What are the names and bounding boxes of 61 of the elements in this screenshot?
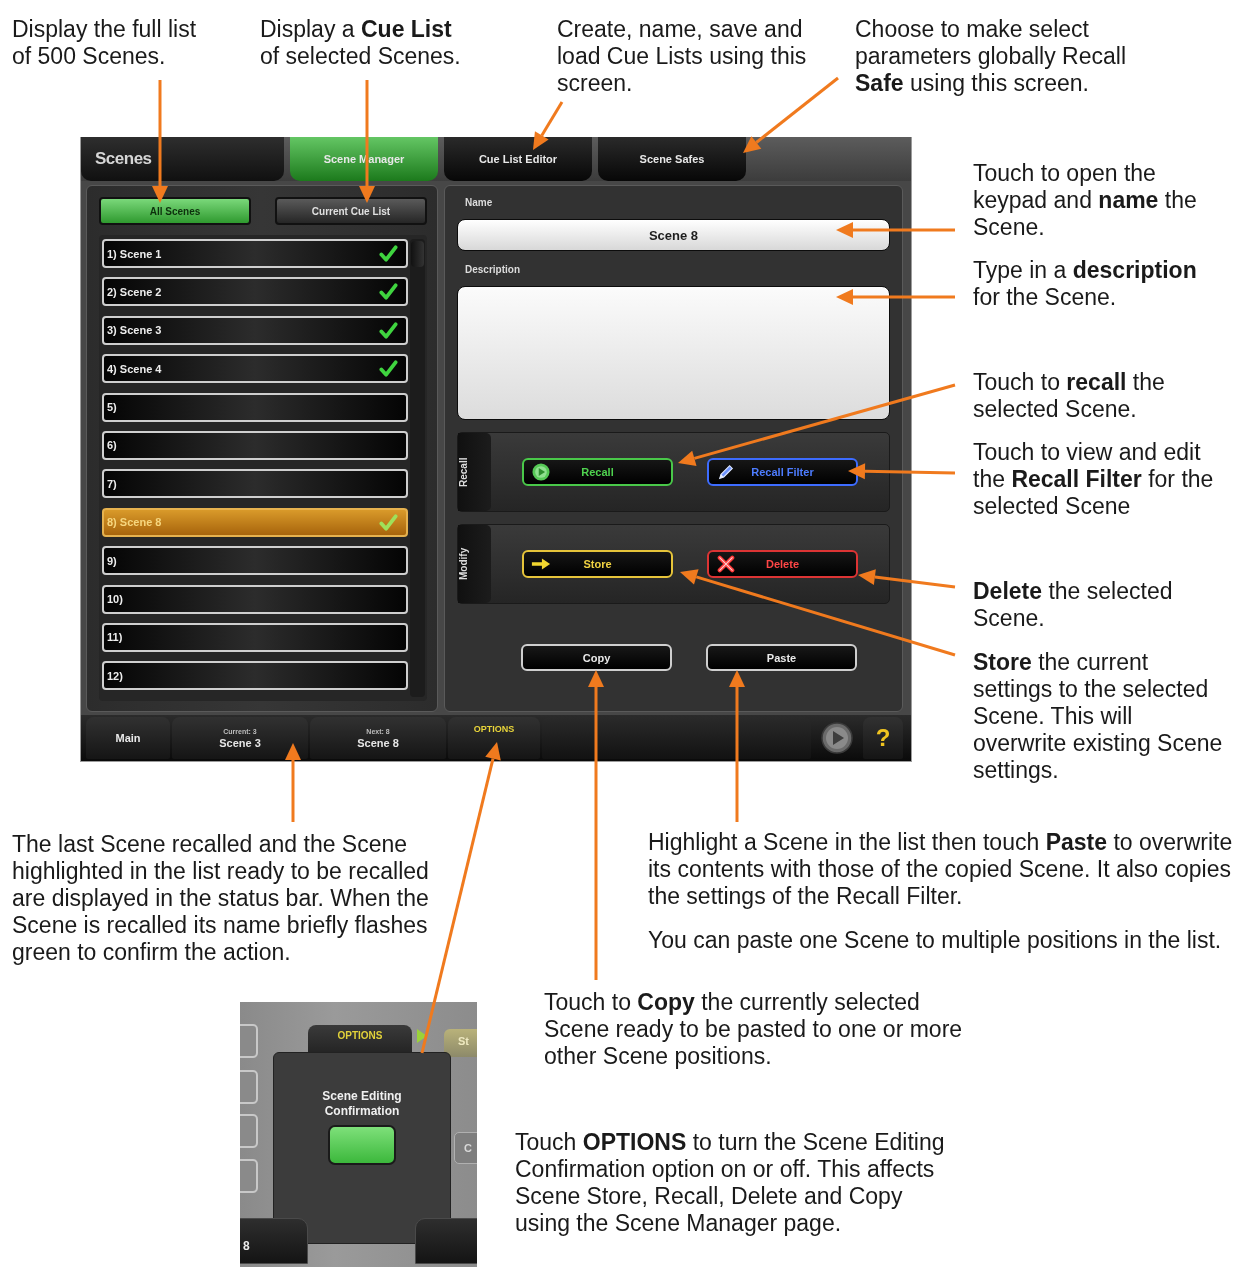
- scene-list-item[interactable]: 12): [102, 661, 408, 691]
- callout-text: Create, name, save and load Cue Lists using this screen.: [557, 16, 808, 97]
- name-field[interactable]: Scene 8: [457, 219, 890, 251]
- scene-list-item[interactable]: 6): [102, 430, 408, 460]
- callout-text: Choose to make select parameters globally Recall Safe using this screen.: [855, 16, 1127, 97]
- screen-title: Scenes: [81, 137, 284, 181]
- play-circle-icon: [531, 463, 551, 481]
- clipboard-button[interactable]: Paste: [706, 644, 857, 671]
- list-filter-button[interactable]: All Scenes: [99, 197, 251, 225]
- callout-text: The last Scene recalled and the Scene highlighted in the list ready to be recalled are displayed in the status bar. When the Scene is recalled its name briefly flashes green to confirm the action.: [12, 831, 430, 966]
- field-label: Name: [465, 196, 493, 210]
- scrollbar[interactable]: [410, 239, 425, 697]
- options-tab[interactable]: OPTIONS: [308, 1025, 412, 1053]
- scene-list-item[interactable]: 3) Scene 3: [102, 315, 408, 345]
- tab[interactable]: Scene Safes: [598, 137, 746, 181]
- scene-list-item[interactable]: 10): [102, 584, 408, 614]
- scene-list-item[interactable]: 1) Scene 1: [102, 239, 408, 268]
- filter-button[interactable]: Recall Filter: [707, 458, 858, 486]
- cross-icon: [716, 555, 736, 573]
- main-button[interactable]: Main: [86, 717, 170, 759]
- callout-text: Delete the selected Scene.: [973, 578, 1174, 632]
- play-icon: [417, 1029, 427, 1043]
- scene-list-item[interactable]: 2) Scene 2: [102, 277, 408, 307]
- option-label: Scene Editing Confirmation: [321, 1089, 403, 1119]
- callout-text: Touch to Copy the currently selected Scene ready to be pasted to one or more other Scene positions.: [544, 989, 964, 1070]
- callout-text: Touch to view and edit the Recall Filter for the selected Scene: [973, 439, 1215, 520]
- description-field[interactable]: [457, 286, 890, 420]
- pencil-icon: [716, 463, 736, 481]
- callout-text: Display a Cue List of selected Scenes.: [260, 16, 462, 70]
- scene-list-item[interactable]: 11): [102, 622, 408, 652]
- delete-button[interactable]: Delete: [707, 550, 858, 578]
- help-button[interactable]: ?: [863, 717, 903, 759]
- play-icon[interactable]: [821, 722, 853, 754]
- recall-button[interactable]: Recall: [522, 458, 673, 486]
- tab[interactable]: Cue List Editor: [444, 137, 592, 181]
- status-value: Scene 8: [357, 736, 399, 749]
- scene-list-item[interactable]: 4) Scene 4: [102, 354, 408, 384]
- options-button[interactable]: OPTIONS: [448, 717, 540, 759]
- scene-list-item[interactable]: 5): [102, 392, 408, 422]
- toggle-button[interactable]: [328, 1125, 396, 1165]
- scene-list-item[interactable]: 7): [102, 469, 408, 499]
- callout-text: Touch OPTIONS to turn the Scene Editing Confirmation option on or off. This affects Scene Store, Recall, Delete and Copy using the Scene Manager page.: [515, 1129, 946, 1237]
- store-button[interactable]: Store: [522, 550, 673, 578]
- callout-text: Touch to open the keypad and name the Scene.: [973, 160, 1198, 241]
- group-label: Recall: [458, 433, 491, 511]
- callout-text: Type in a description for the Scene.: [973, 257, 1198, 311]
- status-value: Scene 3: [219, 736, 261, 749]
- callout-text: Store the current settings to the selected Scene. This will overwrite existing Scene settings.: [973, 649, 1224, 784]
- status-segment[interactable]: 8: [240, 1218, 308, 1264]
- scene-list-item[interactable]: 9): [102, 546, 408, 576]
- scroll-thumb[interactable]: [411, 241, 424, 267]
- callout-arrow: [533, 101, 564, 150]
- field-label: Description: [465, 263, 520, 277]
- status-segment[interactable]: [415, 1218, 477, 1264]
- clipboard-button[interactable]: Copy: [521, 644, 672, 671]
- callout-text: Highlight a Scene in the list then touch Paste to overwrite its contents with those of the copied Scene. It also copies the settings of the Recall Filter.: [648, 829, 1234, 910]
- callout-text: You can paste one Scene to multiple positions in the list.: [648, 927, 1223, 954]
- list-filter-button[interactable]: Current Cue List: [275, 197, 427, 225]
- group-label: Modify: [458, 525, 491, 603]
- callout-text: Display the full list of 500 Scenes.: [12, 16, 198, 70]
- callout-text: Touch to recall the selected Scene.: [973, 369, 1166, 423]
